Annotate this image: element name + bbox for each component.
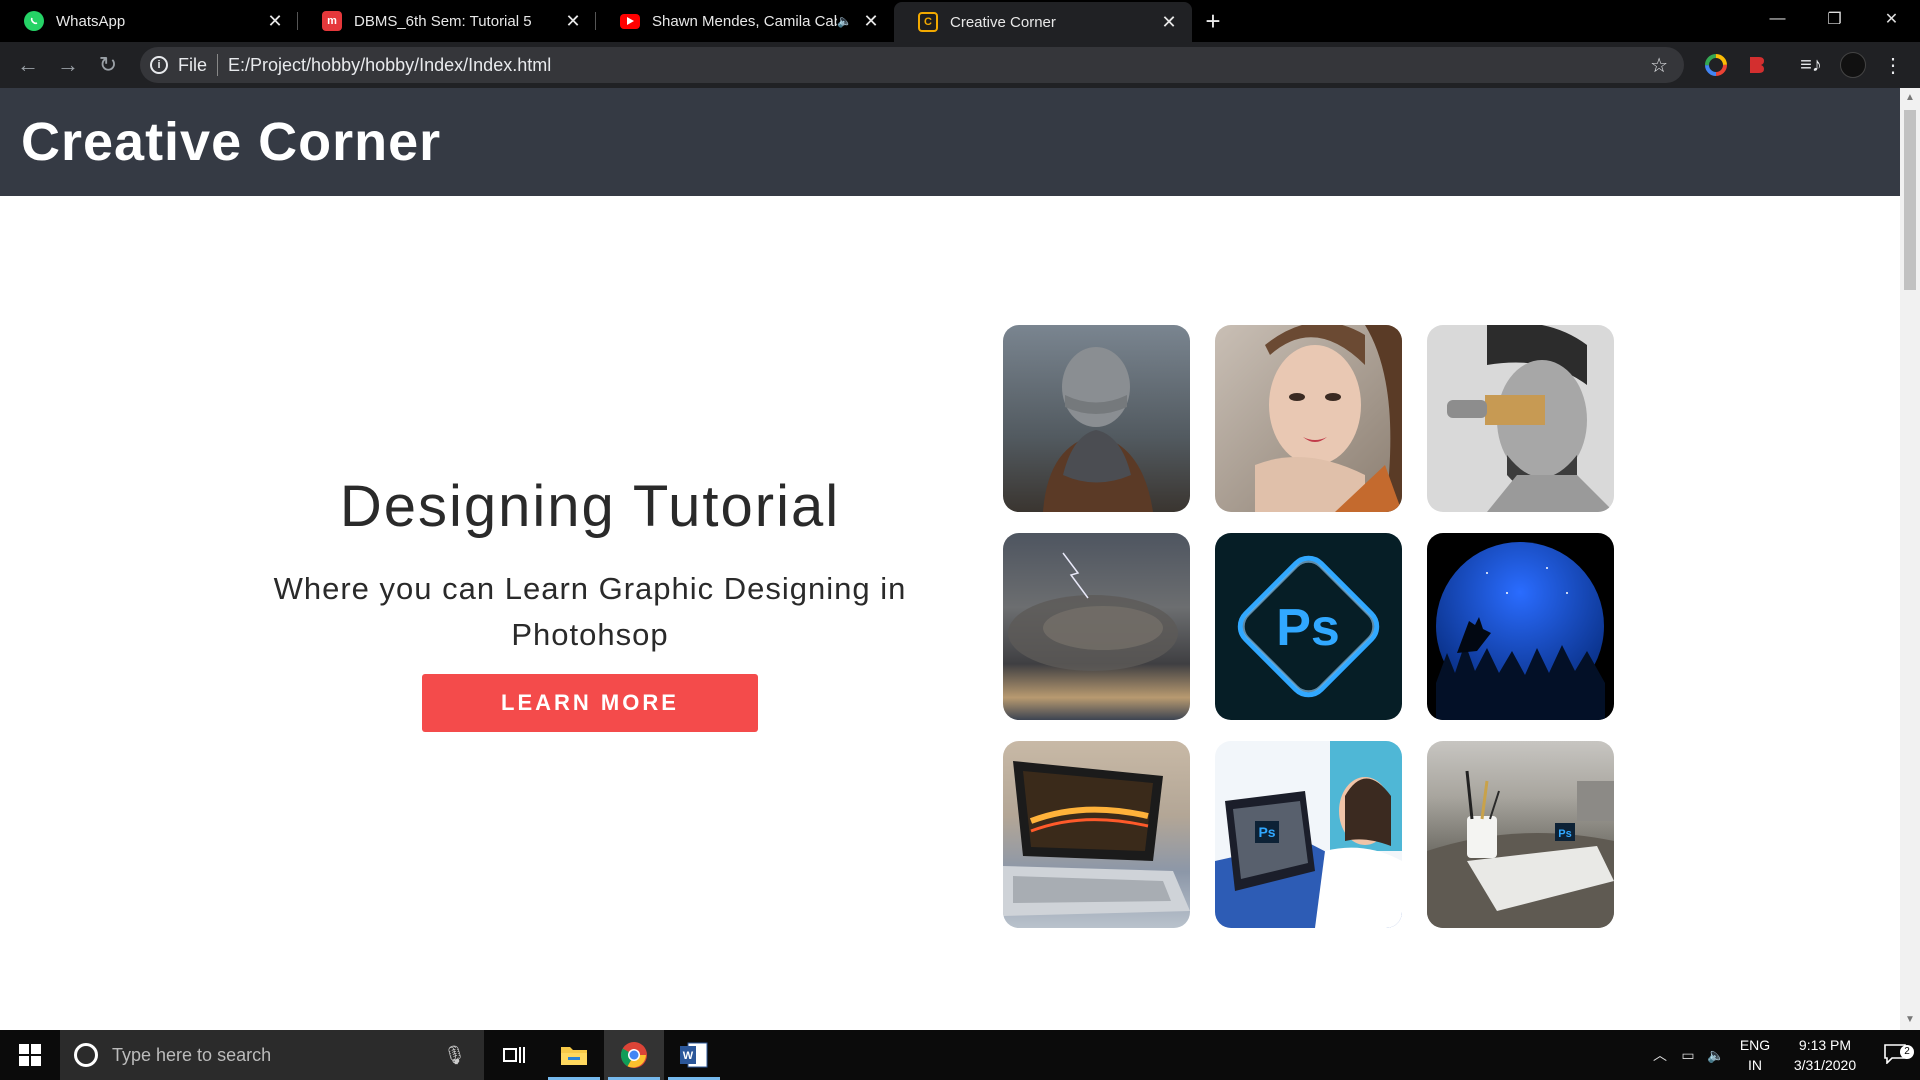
desk-pencils-photo: Ps — [1427, 741, 1614, 928]
designer-illustration: Ps — [1215, 741, 1402, 928]
system-tray: ︿ ▭ 🔈 ENG IN 9:13 PM 3/31/2020 2 — [1646, 1030, 1920, 1080]
close-icon[interactable]: ✕ — [564, 11, 582, 31]
address-divider — [217, 54, 219, 76]
close-icon[interactable]: ✕ — [266, 11, 284, 31]
language-code: ENG — [1739, 1037, 1771, 1053]
adblock-extension-icon[interactable] — [1744, 52, 1770, 78]
svg-text:W: W — [683, 1050, 694, 1062]
search-placeholder: Type here to search — [112, 1044, 272, 1065]
address-bar[interactable]: i File E:/Project/hobby/hobby/Index/Inde… — [140, 47, 1684, 83]
chrome-icon — [620, 1042, 647, 1068]
new-tab-button[interactable]: + — [1192, 0, 1234, 42]
tab-creative-corner[interactable]: C Creative Corner ✕ — [894, 2, 1192, 42]
browser-tab-strip: WhatsApp ✕ m DBMS_6th Sem: Tutorial 5 ✕ … — [0, 0, 1920, 42]
beanie-person-photo — [1003, 325, 1190, 512]
taskbar-clock[interactable]: 9:13 PM 3/31/2020 — [1780, 1035, 1870, 1075]
ps-logo-text: Ps — [1258, 824, 1275, 840]
ps-logo-text: Ps — [1276, 599, 1340, 657]
notification-count-badge: 2 — [1900, 1044, 1914, 1059]
tab-dbms[interactable]: m DBMS_6th Sem: Tutorial 5 ✕ — [298, 0, 596, 42]
scrollbar-thumb[interactable] — [1904, 110, 1916, 290]
close-window-button[interactable]: ✕ — [1863, 0, 1920, 38]
cortana-icon — [74, 1043, 98, 1067]
laptop-photo — [1003, 741, 1190, 928]
close-icon[interactable]: ✕ — [1160, 12, 1178, 32]
show-hidden-icons-chevron-icon[interactable]: ︿ — [1646, 1045, 1674, 1065]
browser-toolbar: ← → ↻ i File E:/Project/hobby/hobby/Inde… — [0, 42, 1920, 88]
reload-button[interactable]: ↻ — [88, 45, 128, 85]
whatsapp-icon — [24, 11, 44, 31]
minimize-button[interactable]: — — [1749, 0, 1806, 38]
page-viewport: Creative Corner Designing Tutorial Where… — [0, 88, 1900, 1030]
url-text[interactable]: E:/Project/hobby/hobby/Index/Index.html — [228, 55, 551, 76]
site-header: Creative Corner — [0, 88, 1900, 196]
scheme-label: File — [178, 54, 208, 75]
folder-icon — [561, 1047, 587, 1065]
speaker-icon[interactable]: 🔈 — [837, 14, 852, 28]
storm-clouds-photo — [1003, 533, 1190, 720]
action-center-button[interactable]: 2 — [1870, 1043, 1920, 1067]
tab-title: WhatsApp — [56, 12, 126, 30]
battery-icon[interactable]: ▭ — [1674, 1047, 1702, 1064]
windows-taskbar: Type here to search 🎙 W ︿ ▭ 🔈 ENG IN 9:1… — [0, 1030, 1920, 1080]
microphone-icon[interactable]: 🎙 — [443, 1045, 466, 1066]
start-button[interactable] — [0, 1030, 60, 1080]
hero-subtitle: Where you can Learn Graphic Designing in… — [273, 571, 907, 652]
taskbar-search-box[interactable]: Type here to search 🎙 — [60, 1030, 484, 1080]
tab-title: DBMS_6th Sem: Tutorial 5 — [354, 12, 532, 30]
forward-button[interactable]: → — [48, 45, 88, 85]
file-explorer-taskbar-button[interactable] — [544, 1030, 604, 1080]
photoshop-express-logo: Ps — [1215, 533, 1402, 720]
input-language-indicator[interactable]: ENG IN — [1730, 1035, 1780, 1075]
chrome-taskbar-button[interactable] — [604, 1030, 664, 1080]
tab-title: Creative Corner — [950, 13, 1056, 31]
image-gallery: Ps Ps Ps — [1003, 325, 1614, 928]
hero-heading: Designing Tutorial — [339, 474, 841, 539]
windows-logo-icon — [19, 1044, 41, 1066]
hero-section: Designing Tutorial Where you can Learn G… — [260, 473, 920, 732]
clock-date: 3/31/2020 — [1793, 1057, 1857, 1073]
moodle-icon: m — [322, 11, 342, 31]
window-controls: — ❐ ✕ — [1749, 0, 1920, 38]
youtube-icon — [620, 13, 640, 29]
clock-time: 9:13 PM — [1798, 1037, 1852, 1053]
scroll-down-arrow-icon[interactable]: ▼ — [1904, 1014, 1916, 1026]
restore-button[interactable]: ❐ — [1806, 0, 1863, 38]
region-code: IN — [1748, 1057, 1762, 1073]
word-icon: W — [680, 1042, 708, 1068]
color-picker-extension-icon[interactable] — [1703, 52, 1729, 78]
volume-icon[interactable]: 🔈 — [1702, 1047, 1730, 1064]
scroll-up-arrow-icon[interactable]: ▲ — [1904, 92, 1916, 104]
info-icon[interactable]: i — [150, 56, 168, 74]
media-control-icon[interactable]: ≡♪ — [1798, 52, 1824, 78]
tab-title: Shawn Mendes, Camila Cabe — [652, 12, 838, 30]
task-view-icon — [503, 1047, 525, 1063]
man-with-brush-photo — [1427, 325, 1614, 512]
bookmark-star-icon[interactable]: ☆ — [1650, 53, 1668, 78]
close-icon[interactable]: ✕ — [862, 11, 880, 31]
word-taskbar-button[interactable]: W — [664, 1030, 724, 1080]
ps-logo-text: Ps — [1558, 828, 1571, 840]
page-scrollbar[interactable]: ▲ ▼ — [1900, 88, 1920, 1030]
woman-portrait-photo — [1215, 325, 1402, 512]
creative-corner-favicon: C — [918, 12, 938, 32]
tab-whatsapp[interactable]: WhatsApp ✕ — [0, 0, 298, 42]
back-button[interactable]: ← — [8, 45, 48, 85]
learn-more-button[interactable]: LEARN MORE — [422, 674, 758, 732]
task-view-button[interactable] — [484, 1030, 544, 1080]
wolf-moon-illustration — [1427, 533, 1614, 720]
tab-youtube[interactable]: Shawn Mendes, Camila Cabe 🔈 ✕ — [596, 0, 894, 42]
site-title: Creative Corner — [21, 112, 442, 172]
more-menu-icon[interactable]: ⋮ — [1880, 52, 1906, 78]
profile-avatar[interactable] — [1840, 52, 1866, 78]
